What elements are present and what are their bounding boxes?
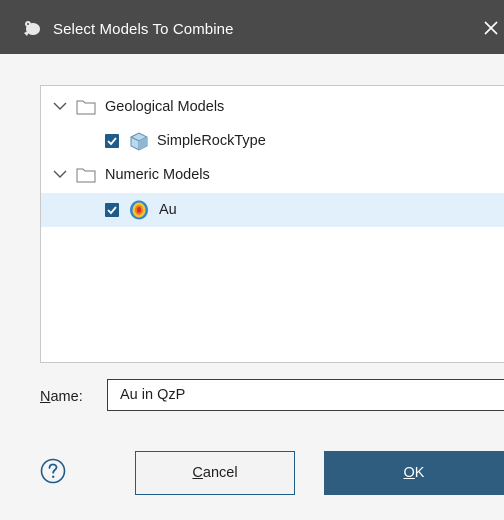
tree-group-geological-models[interactable]: Geological Models [41, 90, 504, 124]
tree-item-label: Au [159, 202, 177, 218]
folder-icon [76, 168, 96, 183]
title-bar: Select Models To Combine [0, 0, 504, 54]
tree-group-label: Numeric Models [105, 167, 210, 183]
checkbox-checked[interactable] [105, 134, 119, 148]
name-label: Name: [40, 389, 83, 405]
ok-button[interactable]: OK [324, 451, 504, 495]
tree-item-simplerocktype[interactable]: SimpleRockType [41, 124, 504, 158]
select-models-dialog: Select Models To Combine Geological Mode… [0, 0, 504, 520]
name-input[interactable] [107, 379, 504, 411]
close-icon[interactable] [481, 18, 501, 38]
chevron-down-icon[interactable] [53, 101, 67, 111]
tree-item-label: SimpleRockType [157, 133, 266, 149]
cancel-button[interactable]: Cancel [135, 451, 295, 495]
checkbox-checked[interactable] [105, 203, 119, 217]
chevron-down-icon[interactable] [53, 169, 67, 179]
window-title: Select Models To Combine [53, 21, 234, 38]
numeric-model-icon [130, 200, 148, 220]
help-icon[interactable] [40, 458, 66, 484]
model-tree: Geological Models SimpleRockType Numeric… [40, 85, 504, 363]
tree-item-au[interactable]: Au [41, 193, 504, 227]
tree-group-numeric-models[interactable]: Numeric Models [41, 158, 504, 192]
folder-icon [76, 100, 96, 115]
tree-group-label: Geological Models [105, 99, 225, 115]
geological-model-icon [130, 132, 148, 151]
leapfrog-logo-icon [24, 21, 40, 36]
